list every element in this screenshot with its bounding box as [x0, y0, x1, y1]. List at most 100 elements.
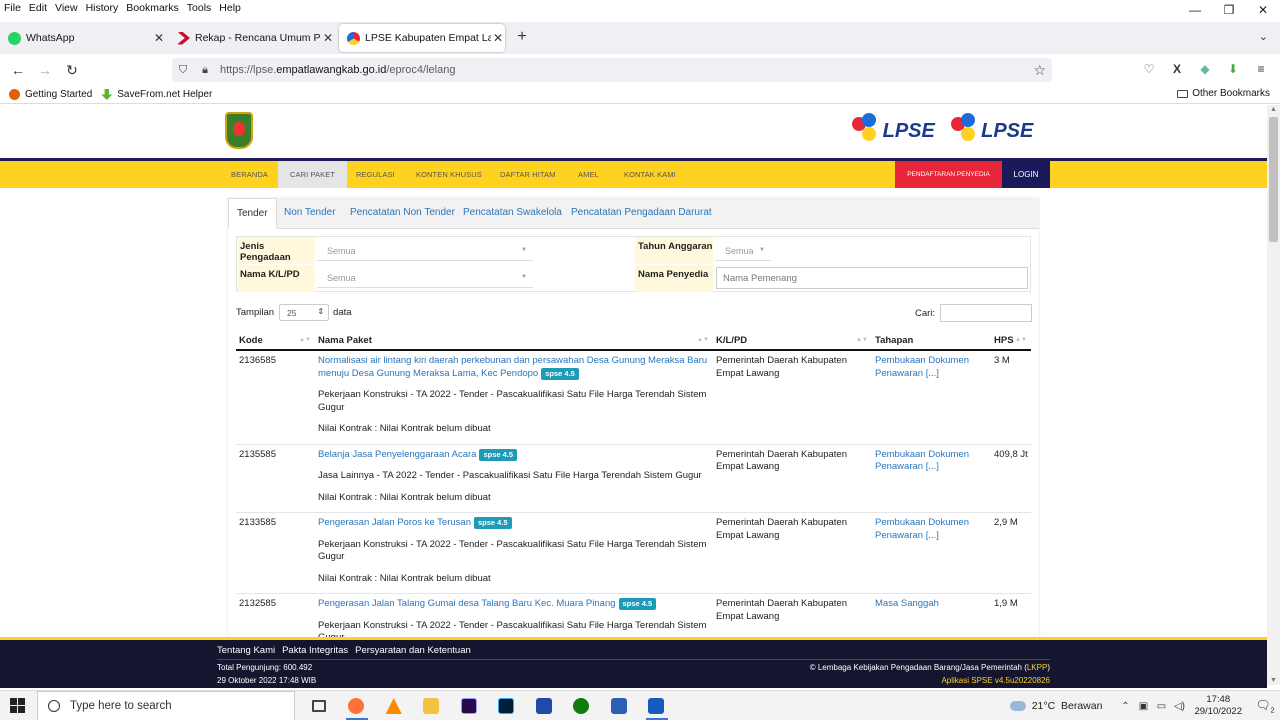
- select-nama-klpd[interactable]: Semua ▼: [317, 268, 533, 288]
- notification-icon[interactable]: 🗨︎2: [1250, 698, 1280, 714]
- bookmark-savefrom[interactable]: SaveFrom.net Helper: [101, 89, 212, 100]
- forward-arrow-icon[interactable]: →: [36, 61, 54, 79]
- kabupaten-emblem-icon[interactable]: [225, 112, 253, 149]
- tab-lpse[interactable]: LPSE Kabupaten Empat Lawang ✕: [339, 24, 505, 52]
- tahapan-link[interactable]: Pembukaan Dokumen Penawaran [...]: [875, 517, 969, 541]
- taskbar-search[interactable]: Type here to search: [37, 691, 295, 720]
- nav-amel[interactable]: AMEL: [578, 161, 599, 188]
- other-bookmarks[interactable]: Other Bookmarks: [1177, 88, 1270, 99]
- col-hps[interactable]: HPS ▲▼: [991, 332, 1031, 351]
- select-jenis-pengadaan[interactable]: Semua ▼: [317, 241, 533, 261]
- weather-widget[interactable]: 21°C Berawan: [1009, 700, 1102, 712]
- restore-icon[interactable]: ❐: [1212, 0, 1246, 20]
- menu-bookmarks[interactable]: Bookmarks: [122, 0, 183, 16]
- menu-edit[interactable]: Edit: [25, 0, 51, 16]
- reload-icon[interactable]: ↻: [63, 61, 81, 79]
- package-link[interactable]: Belanja Jasa Penyelenggaraan Acara: [318, 449, 476, 460]
- nav-daftar-hitam[interactable]: DAFTAR HITAM: [500, 161, 556, 188]
- shield-icon[interactable]: ⛉: [172, 64, 194, 77]
- url-text[interactable]: https://lpse.empatlawangkab.go.id/eproc4…: [220, 64, 455, 76]
- app-icon[interactable]: [525, 691, 563, 720]
- tab-pencatatan-swakelola[interactable]: Pencatatan Swakelola: [463, 207, 562, 218]
- extension-icon[interactable]: ◆: [1198, 61, 1212, 77]
- col-nama-paket[interactable]: Nama Paket ▲▼: [315, 332, 713, 351]
- settings-app-icon[interactable]: [600, 691, 638, 720]
- register-provider-button[interactable]: PENDAFTARAN PENYEDIA: [895, 161, 1002, 188]
- tab-rekap[interactable]: Rekap - Rencana Umum Pengad ✕: [169, 24, 335, 52]
- tab-whatsapp[interactable]: WhatsApp ✕: [0, 24, 166, 52]
- login-button[interactable]: LOGIN: [1002, 161, 1050, 188]
- nav-konten-khusus[interactable]: KONTEN KHUSUS: [416, 161, 482, 188]
- pocket-icon[interactable]: ♡: [1142, 61, 1156, 77]
- col-kode[interactable]: Kode ▲▼: [236, 332, 315, 351]
- scroll-down-icon[interactable]: ▼: [1267, 677, 1280, 684]
- scrollbar-thumb[interactable]: [1269, 117, 1278, 242]
- new-tab-icon[interactable]: +: [512, 28, 532, 46]
- hamburger-menu-icon[interactable]: ≡: [1254, 61, 1268, 77]
- xbox-icon[interactable]: [563, 691, 601, 720]
- close-tab-icon[interactable]: ✕: [491, 31, 505, 45]
- task-view-icon[interactable]: [300, 691, 338, 720]
- input-nama-pemenang[interactable]: Nama Pemenang: [716, 267, 1028, 289]
- select-tahun-anggaran[interactable]: Semua ▼: [715, 241, 771, 261]
- lpse-logo-secondary[interactable]: LPSE: [946, 111, 1042, 151]
- col-tahapan[interactable]: Tahapan: [872, 332, 991, 351]
- search-input[interactable]: [940, 304, 1033, 322]
- tab-pencatatan-darurat[interactable]: Pencatatan Pengadaan Darurat: [571, 207, 712, 218]
- footer-divider: [217, 659, 1050, 660]
- file-explorer-icon[interactable]: [413, 691, 451, 720]
- bookmark-star-icon[interactable]: ☆: [1033, 62, 1046, 79]
- close-tab-icon[interactable]: ✕: [152, 31, 166, 45]
- minimize-icon[interactable]: —: [1178, 0, 1212, 20]
- battery-icon[interactable]: ▭: [1152, 701, 1170, 712]
- close-window-icon[interactable]: ✕: [1246, 0, 1280, 20]
- tab-tender[interactable]: Tender: [228, 198, 277, 229]
- lock-icon[interactable]: 🔒︎: [194, 64, 216, 77]
- menu-tools[interactable]: Tools: [183, 0, 216, 16]
- menu-history[interactable]: History: [82, 0, 123, 16]
- chevron-down-icon[interactable]: ⌄: [1259, 30, 1268, 43]
- chevron-up-icon[interactable]: ⌃: [1116, 701, 1134, 712]
- nav-beranda[interactable]: BERANDA: [231, 161, 268, 188]
- tahapan-link[interactable]: Pembukaan Dokumen Penawaran [...]: [875, 355, 969, 379]
- nav-cari-paket[interactable]: CARI PAKET: [278, 161, 348, 188]
- nav-regulasi[interactable]: REGULASI: [356, 161, 395, 188]
- page-scrollbar[interactable]: ▲ ▼: [1267, 105, 1280, 685]
- tab-pencatatan-non-tender[interactable]: Pencatatan Non Tender: [350, 207, 455, 218]
- scroll-up-icon[interactable]: ▲: [1267, 106, 1280, 113]
- tab-non-tender[interactable]: Non Tender: [284, 207, 336, 218]
- word-icon[interactable]: [638, 691, 676, 720]
- footer-link-persyaratan[interactable]: Persyaratan dan Ketentuan: [355, 645, 471, 656]
- network-icon[interactable]: ▣: [1134, 701, 1152, 712]
- tahapan-link[interactable]: Pembukaan Dokumen Penawaran [...]: [875, 449, 969, 473]
- clock-date: 29/10/2022: [1194, 706, 1242, 717]
- package-link[interactable]: Pengerasan Jalan Talang Gumai desa Talan…: [318, 598, 616, 609]
- footer-link-tentang-kami[interactable]: Tentang Kami: [217, 645, 275, 656]
- close-tab-icon[interactable]: ✕: [321, 31, 335, 45]
- photoshop-icon[interactable]: [488, 691, 526, 720]
- back-arrow-icon[interactable]: ←: [9, 61, 27, 79]
- address-bar[interactable]: ⛉ 🔒︎ https://lpse.empatlawangkab.go.id/e…: [172, 58, 1052, 82]
- vlc-icon[interactable]: [375, 691, 413, 720]
- menu-file[interactable]: File: [0, 0, 25, 16]
- x-extension-icon[interactable]: X: [1170, 61, 1184, 77]
- windows-start-icon[interactable]: [10, 698, 25, 713]
- bookmark-getting-started[interactable]: Getting Started: [9, 89, 92, 100]
- premiere-pro-icon[interactable]: [450, 691, 488, 720]
- page-length-select[interactable]: 25: [279, 304, 330, 321]
- speaker-icon[interactable]: ◁): [1170, 701, 1188, 712]
- lkpp-link[interactable]: LKPP: [1027, 663, 1047, 672]
- lpse-logo[interactable]: LPSE: [848, 111, 944, 151]
- package-link[interactable]: Pengerasan Jalan Poros ke Terusan: [318, 517, 471, 528]
- nav-kontak-kami[interactable]: KONTAK KAMI: [624, 161, 676, 188]
- taskbar-clock[interactable]: 17:48 29/10/2022: [1194, 694, 1242, 718]
- package-link[interactable]: Normalisasi air lintang kiri daerah perk…: [318, 355, 707, 379]
- menu-help[interactable]: Help: [215, 0, 245, 16]
- firefox-taskbar-icon[interactable]: [338, 691, 376, 720]
- footer-link-pakta-integritas[interactable]: Pakta Integritas: [282, 645, 348, 656]
- col-klpd[interactable]: K/L/PD ▲▼: [713, 332, 872, 351]
- download-helper-icon[interactable]: ⬇: [1226, 61, 1240, 77]
- menu-view[interactable]: View: [51, 0, 82, 16]
- tahapan-link[interactable]: Masa Sanggah: [875, 598, 939, 609]
- tab-label: LPSE Kabupaten Empat Lawang: [365, 32, 491, 44]
